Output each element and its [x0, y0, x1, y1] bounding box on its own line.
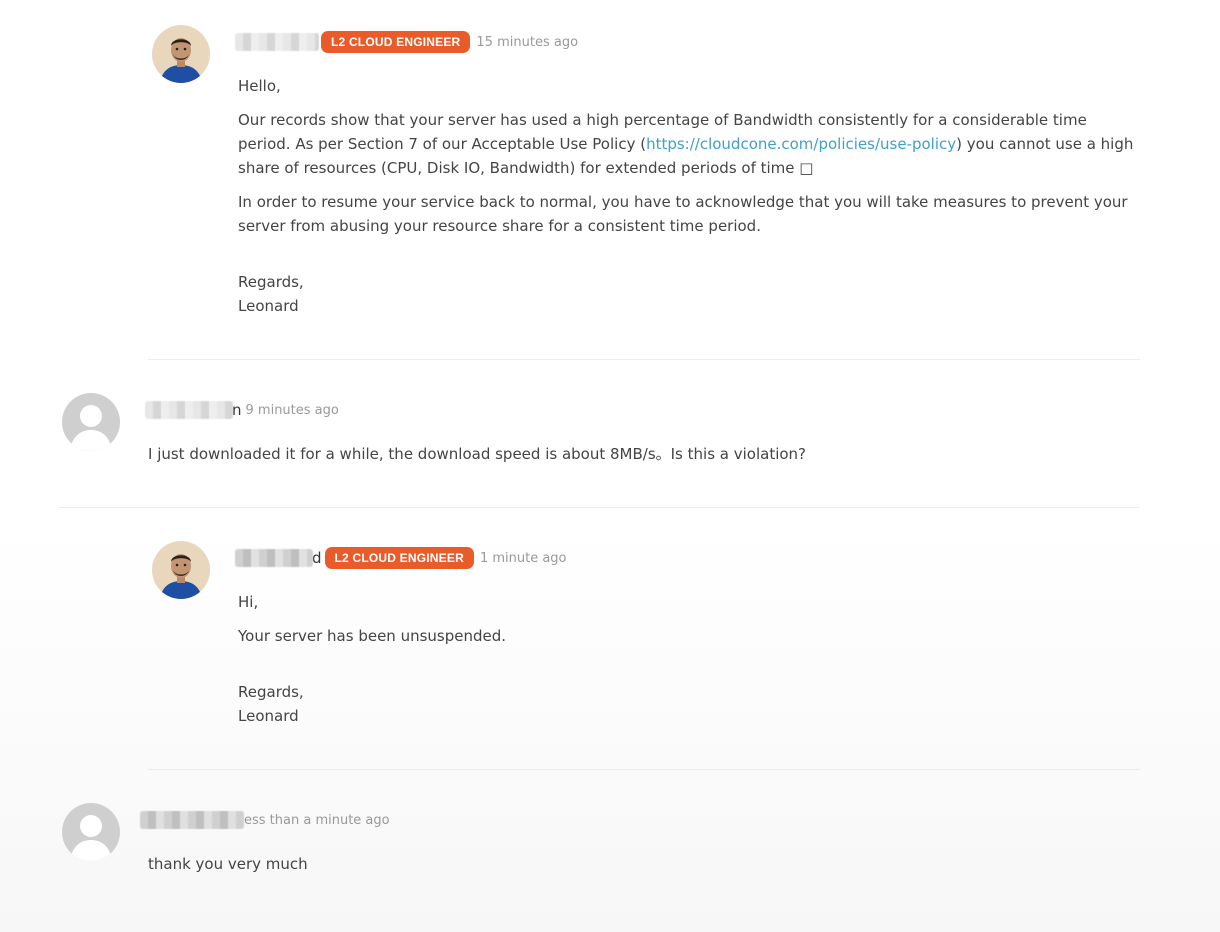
signature-name: Leonard — [238, 707, 299, 725]
staff-avatar — [152, 25, 210, 83]
role-badge: L2 CLOUD ENGINEER — [321, 31, 471, 53]
paragraph: Your server has been unsuspended. — [238, 627, 507, 645]
timestamp: 9 minutes ago — [245, 402, 339, 418]
customer-reply-2: ess than a minute ago thank you very muc… — [0, 770, 1220, 932]
user-avatar — [62, 393, 120, 451]
greeting: Hi, — [238, 593, 259, 611]
signature-regards: Regards, — [238, 273, 304, 291]
author-name-redacted — [145, 401, 233, 419]
signature-regards: Regards, — [238, 683, 304, 701]
message-text: thank you very much — [148, 855, 308, 873]
author-name-redacted — [235, 33, 319, 51]
greeting: Hello, — [238, 77, 281, 95]
default-user-avatar-icon — [62, 393, 120, 451]
staff-photo-avatar-icon — [152, 541, 210, 599]
message-meta: ess than a minute ago — [140, 808, 390, 832]
staff-reply-2: d L2 CLOUD ENGINEER 1 minute ago Hi, You… — [0, 508, 1220, 770]
timestamp: ess than a minute ago — [244, 812, 390, 828]
policy-link[interactable]: https://cloudcone.com/policies/use-polic… — [646, 135, 956, 153]
message-body: thank you very much — [148, 852, 1138, 876]
staff-avatar — [152, 541, 210, 599]
timestamp: 1 minute ago — [479, 550, 567, 566]
default-user-avatar-icon — [62, 803, 120, 861]
message-text: I just downloaded it for a while, the do… — [148, 445, 807, 463]
author-name-tail: n — [232, 401, 242, 419]
message-body: Hello, Our records show that your server… — [238, 74, 1138, 318]
role-badge: L2 CLOUD ENGINEER — [324, 547, 474, 569]
signature-name: Leonard — [238, 297, 299, 315]
user-avatar — [62, 803, 120, 861]
customer-reply-1: n 9 minutes ago I just downloaded it for… — [0, 360, 1220, 508]
ticket-thread: L2 CLOUD ENGINEER 15 minutes ago Hello, … — [0, 0, 1220, 932]
paragraph: Our records show that your server has us… — [238, 111, 1134, 177]
author-name-redacted — [235, 549, 313, 567]
author-name-redacted — [140, 811, 244, 829]
author-name-tail: d — [312, 549, 322, 567]
staff-photo-avatar-icon — [152, 25, 210, 83]
message-meta: n 9 minutes ago — [145, 398, 339, 422]
timestamp: 15 minutes ago — [476, 34, 579, 50]
message-body: I just downloaded it for a while, the do… — [148, 442, 1138, 466]
paragraph: In order to resume your service back to … — [238, 193, 1128, 235]
message-body: Hi, Your server has been unsuspended. Re… — [238, 590, 1138, 728]
staff-reply-1: L2 CLOUD ENGINEER 15 minutes ago Hello, … — [0, 0, 1220, 360]
message-meta: d L2 CLOUD ENGINEER 1 minute ago — [235, 546, 567, 570]
message-meta: L2 CLOUD ENGINEER 15 minutes ago — [235, 30, 578, 54]
